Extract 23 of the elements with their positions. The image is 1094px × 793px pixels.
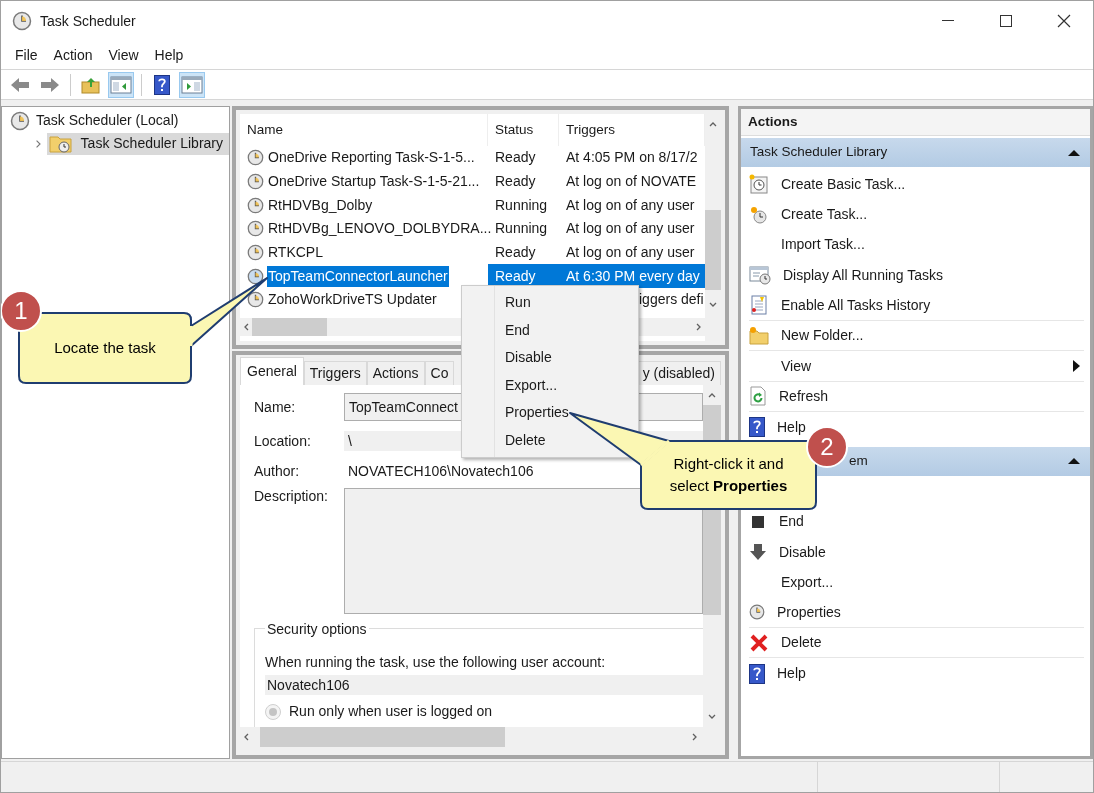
task-trigger: At log on of any user: [566, 219, 695, 239]
task-trigger: iggers defi: [639, 290, 704, 310]
field-label: Location:: [254, 431, 312, 451]
account-value: Novatech106: [265, 675, 703, 695]
radio-label: Run only when user is logged on: [289, 702, 493, 721]
task-trigger: At log on of NOVATE: [566, 172, 697, 192]
task-trigger: At log on of any user: [566, 195, 695, 215]
task-status: Running: [495, 219, 548, 239]
task-status: Ready: [495, 243, 536, 263]
task-trigger: At 6:30 PM every day: [566, 266, 700, 286]
field-label: Description:: [254, 487, 329, 506]
task-status: Ready: [495, 266, 536, 286]
field-label: Name:: [254, 397, 297, 417]
task-status: Running: [495, 195, 548, 215]
pane-title: Actions: [741, 109, 1090, 136]
task-status: Ready: [495, 148, 536, 168]
window-title: Task Scheduler: [40, 11, 136, 31]
field-label: Author:: [254, 461, 301, 481]
account-prompt: When running the task, use the following user account:: [265, 653, 607, 672]
author-value: NOVATECH106\Novatech106: [347, 461, 535, 481]
task-status: Ready: [495, 172, 536, 192]
task-trigger: At 4:05 PM on 8/17/2: [566, 148, 698, 168]
task-trigger: At log on of any user: [566, 243, 695, 263]
